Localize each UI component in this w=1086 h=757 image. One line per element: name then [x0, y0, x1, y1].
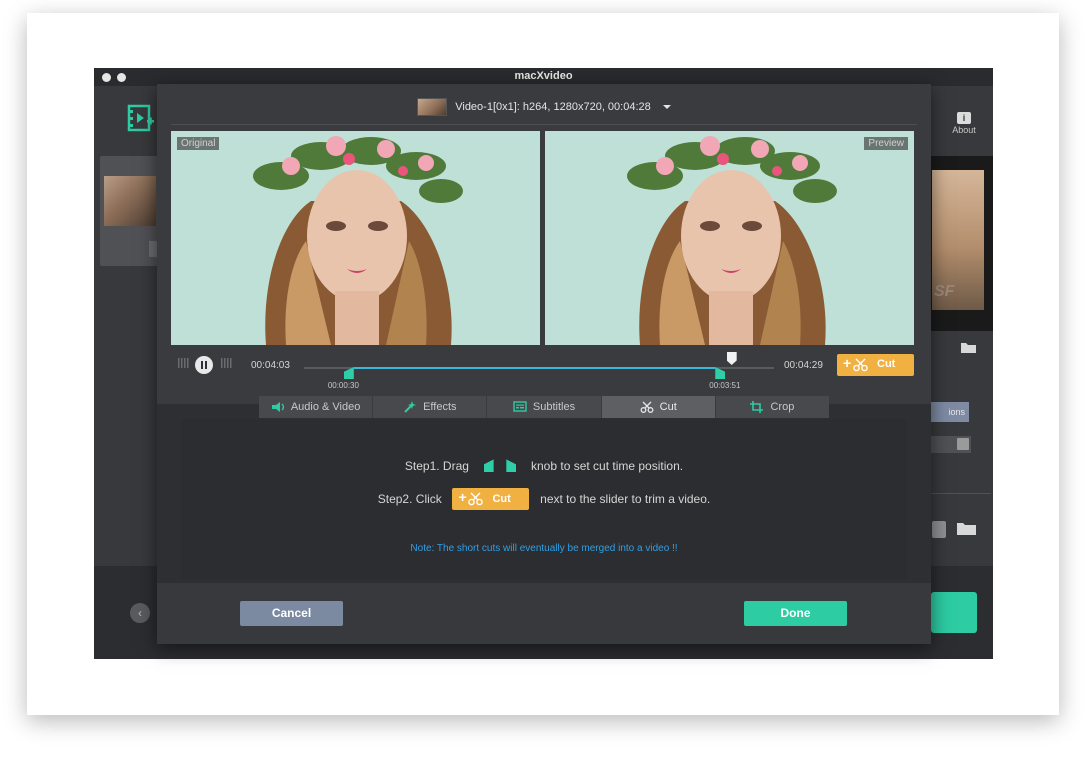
- effects-wand-icon: [404, 401, 417, 413]
- edited-preview: Preview: [545, 131, 914, 345]
- cancel-button[interactable]: Cancel: [240, 601, 343, 626]
- current-time: 00:04:03: [251, 360, 290, 371]
- subtitles-icon: [513, 401, 527, 412]
- tab-subtitles[interactable]: Subtitles: [487, 396, 602, 418]
- folder-icon: [961, 343, 976, 353]
- step1-prefix: Step1. Drag: [404, 458, 469, 473]
- knob-right-icon: [506, 459, 517, 473]
- grip-left-icon: [178, 358, 189, 368]
- background-run-button: [931, 592, 977, 633]
- edit-tabs: Audio & Video Effects Subtitles Cut Crop: [259, 396, 829, 418]
- step2-instruction: Step2. Click + Cut next to the slider to…: [157, 488, 931, 512]
- tab-cut[interactable]: Cut: [601, 396, 716, 418]
- folder-icon: [957, 523, 976, 535]
- tab-crop[interactable]: Crop: [716, 396, 829, 418]
- pause-button[interactable]: [195, 356, 213, 374]
- background-dropdown: [931, 436, 971, 453]
- step2-prefix: Step2. Click: [377, 492, 442, 506]
- window-title: macXvideo: [514, 70, 573, 82]
- scissors-icon: [853, 358, 868, 372]
- step2-suffix: next to the slider to trim a video.: [540, 492, 711, 506]
- caret-down-icon: [662, 105, 671, 109]
- grip-right-icon: [221, 358, 232, 368]
- cut-start-time: 00:00:30: [327, 381, 359, 390]
- original-label: Original: [177, 137, 220, 150]
- video-thumbnail: [417, 98, 448, 116]
- background-video-thumbnail: [104, 176, 156, 226]
- background-divider: [931, 493, 991, 494]
- done-button[interactable]: Done: [744, 601, 847, 626]
- info-icon: i: [957, 112, 971, 124]
- step1-instruction: Step1. Drag knob to set cut time positio…: [157, 458, 931, 476]
- tab-effects[interactable]: Effects: [373, 396, 488, 418]
- divider: [171, 124, 917, 125]
- about-button[interactable]: i About: [944, 112, 984, 135]
- end-time: 00:04:29: [784, 360, 823, 371]
- cut-end-time: 00:03:51: [709, 381, 741, 390]
- preview-label: Preview: [864, 137, 908, 150]
- crop-icon: [750, 401, 764, 414]
- background-preview-logo: SF: [934, 283, 955, 300]
- scissors-icon: [640, 401, 654, 414]
- scissors-icon: [468, 492, 484, 506]
- background-stepper: [932, 521, 946, 538]
- cut-button[interactable]: + Cut: [837, 354, 914, 376]
- portrait-image: [171, 131, 540, 345]
- tab-audio-video[interactable]: Audio & Video: [259, 396, 374, 418]
- cut-range-fill: [353, 367, 716, 369]
- original-preview: Original: [171, 131, 540, 345]
- portrait-image: [545, 131, 914, 345]
- merge-note: Note: The short cuts will eventually be …: [410, 543, 678, 554]
- video-selector[interactable]: Video-1[0x1]: h264, 1280x720, 00:04:28: [157, 98, 931, 116]
- cut-button-example: + Cut: [452, 488, 530, 510]
- chevron-down-icon: [957, 438, 969, 450]
- app-logo-icon: [127, 104, 154, 132]
- cut-button-label: Cut: [877, 358, 896, 370]
- knob-left-icon: [483, 459, 494, 473]
- plus-icon: +: [458, 489, 467, 505]
- video-selector-label: Video-1[0x1]: h264, 1280x720, 00:04:28: [455, 101, 651, 113]
- background-options-button: ions: [929, 402, 969, 422]
- about-label: About: [952, 125, 976, 135]
- cut-timeline-track[interactable]: [304, 367, 774, 369]
- plus-icon: +: [843, 355, 852, 371]
- cut-button-example-label: Cut: [492, 493, 511, 505]
- step1-suffix: knob to set cut time position.: [531, 458, 684, 473]
- audio-video-icon: [271, 402, 285, 413]
- back-arrow-icon: ‹: [130, 603, 150, 623]
- edit-dialog: Video-1[0x1]: h264, 1280x720, 00:04:28 O…: [157, 84, 931, 644]
